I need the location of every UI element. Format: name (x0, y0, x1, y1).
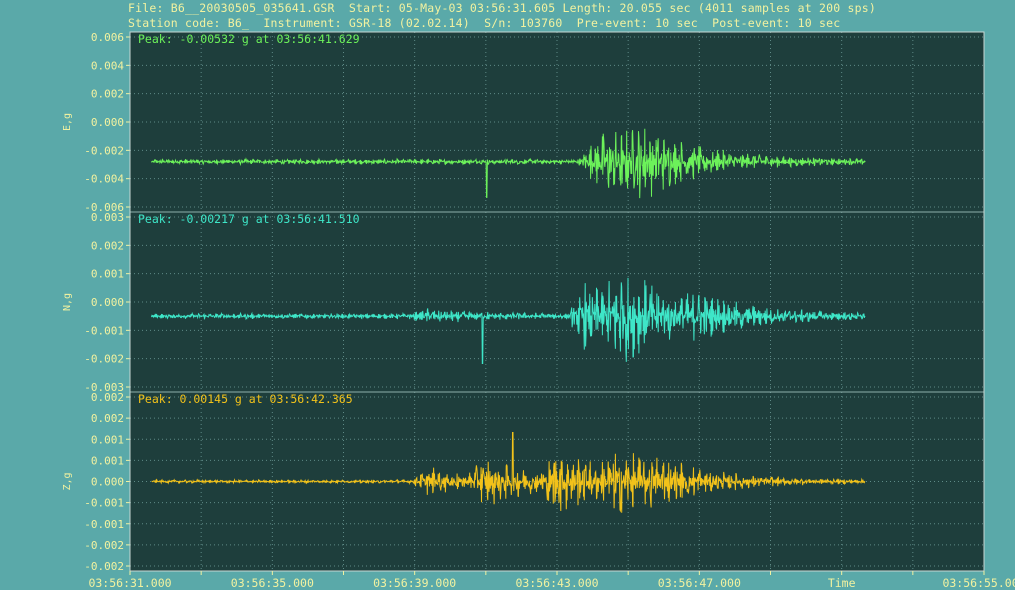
y-tick-label: 0.000 (91, 296, 124, 309)
x-tick-label: 03:56:47.000 (658, 576, 741, 590)
seismogram-plot: 0.0060.0040.0020.000-0.002-0.004-0.006E,… (62, 31, 1015, 590)
y-tick-label: 0.002 (91, 391, 124, 404)
x-tick-label: 03:56:55.000 (942, 576, 1015, 590)
y-tick-label: -0.002 (84, 539, 124, 552)
y-tick-label: 0.004 (91, 59, 124, 72)
y-tick-label: -0.001 (84, 497, 124, 510)
y-axis-label: E,g (62, 113, 73, 131)
y-tick-label: -0.002 (84, 353, 124, 366)
x-tick-label: 03:56:31.000 (88, 576, 171, 590)
x-tick-label: 03:56:35.000 (231, 576, 314, 590)
y-tick-label: 0.001 (91, 433, 124, 446)
y-tick-label: 0.001 (91, 268, 124, 281)
y-tick-label: 0.002 (91, 239, 124, 252)
x-tick-label: 03:56:43.000 (515, 576, 598, 590)
y-axis-label: N,g (62, 293, 73, 311)
x-tick-label: 03:56:39.000 (373, 576, 456, 590)
y-tick-label: 0.000 (91, 476, 124, 489)
y-tick-label: -0.002 (84, 560, 124, 573)
y-tick-label: 0.001 (91, 454, 124, 467)
peak-label: Peak: 0.00145 g at 03:56:42.365 (138, 392, 353, 406)
y-tick-label: 0.000 (91, 116, 124, 129)
peak-label: Peak: -0.00217 g at 03:56:41.510 (138, 212, 360, 226)
y-tick-label: 0.002 (91, 412, 124, 425)
x-axis-label: Time (828, 576, 856, 590)
y-axis-label: Z,g (62, 472, 73, 490)
y-tick-label: -0.001 (84, 518, 124, 531)
peak-label: Peak: -0.00532 g at 03:56:41.629 (138, 32, 360, 46)
y-tick-label: 0.003 (91, 211, 124, 224)
y-tick-label: 0.006 (91, 31, 124, 44)
y-tick-label: 0.002 (91, 88, 124, 101)
y-tick-label: -0.002 (84, 144, 124, 157)
y-tick-label: -0.001 (84, 324, 124, 337)
y-tick-label: -0.004 (84, 173, 124, 186)
